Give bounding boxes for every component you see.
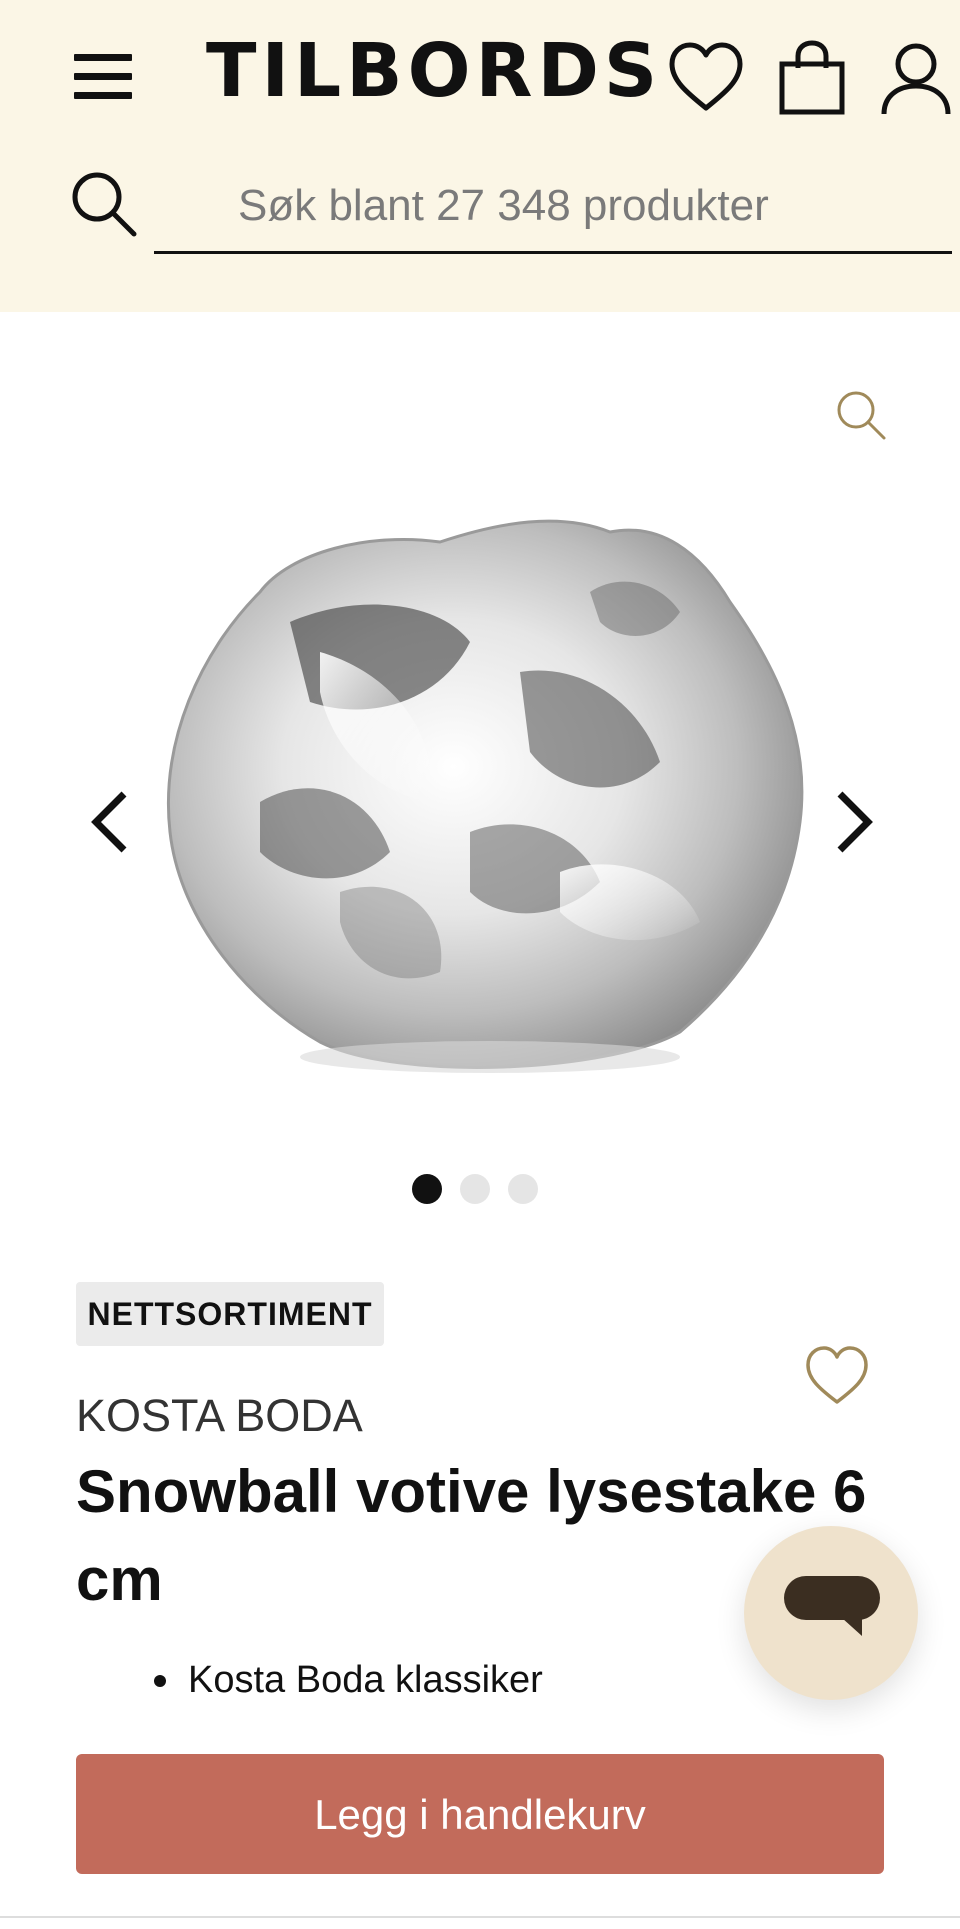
search-icon[interactable]	[70, 170, 138, 238]
shopping-bag-icon[interactable]	[772, 38, 852, 118]
hamburger-menu-icon[interactable]	[72, 48, 136, 104]
product-gallery	[0, 312, 960, 1252]
assortment-badge: NETTSORTIMENT	[76, 1282, 384, 1346]
heart-outline-icon[interactable]	[666, 38, 746, 118]
add-to-cart-button[interactable]: Legg i handlekurv	[76, 1754, 884, 1874]
search-bar	[66, 160, 956, 260]
zoom-magnifier-icon[interactable]	[830, 384, 894, 448]
carousel-dot-2[interactable]	[460, 1174, 490, 1204]
user-icon[interactable]	[876, 38, 956, 118]
carousel-dot-3[interactable]	[508, 1174, 538, 1204]
heart-outline-icon[interactable]	[802, 1342, 872, 1408]
chevron-right-icon[interactable]	[822, 782, 882, 862]
chevron-left-icon[interactable]	[82, 782, 142, 862]
product-image[interactable]	[140, 472, 820, 1092]
site-header: TILBORDS	[0, 0, 960, 312]
product-brand[interactable]: KOSTA BODA	[76, 1386, 676, 1446]
divider	[0, 1916, 960, 1918]
chat-bubble-icon[interactable]	[744, 1526, 918, 1700]
product-features: Kosta Boda klassiker	[150, 1648, 543, 1712]
search-input[interactable]	[154, 160, 952, 254]
feature-item: Kosta Boda klassiker	[150, 1648, 543, 1712]
site-logo[interactable]: TILBORDS	[206, 26, 657, 116]
carousel-dot-1[interactable]	[412, 1174, 442, 1204]
